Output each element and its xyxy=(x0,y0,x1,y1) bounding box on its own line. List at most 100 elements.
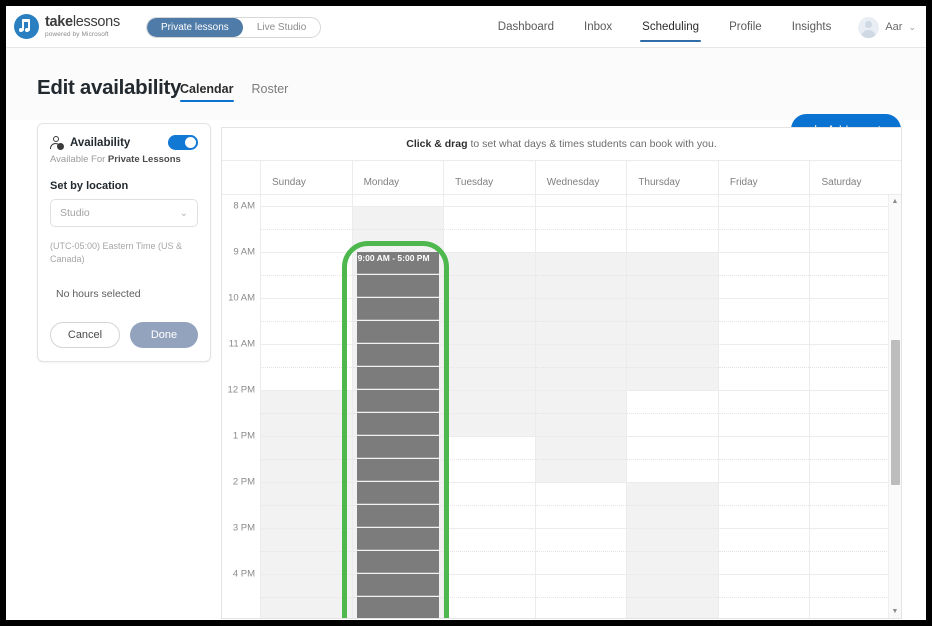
calendar-time-cell[interactable] xyxy=(444,206,535,229)
calendar-time-cell[interactable] xyxy=(352,206,444,229)
calendar-time-cell[interactable] xyxy=(444,597,535,618)
calendar-time-cell[interactable] xyxy=(627,252,718,275)
calendar-time-cell[interactable] xyxy=(536,528,627,551)
calendar-time-cell[interactable] xyxy=(719,574,810,597)
calendar-time-cell[interactable] xyxy=(444,344,535,367)
availability-block[interactable] xyxy=(356,275,440,297)
calendar-time-cell[interactable] xyxy=(627,528,718,551)
calendar-time-cell[interactable] xyxy=(444,390,535,413)
segment-private-lessons[interactable]: Private lessons xyxy=(147,18,243,37)
calendar-time-cell[interactable] xyxy=(444,482,535,505)
calendar-time-cell[interactable] xyxy=(719,275,810,298)
calendar-time-cell[interactable] xyxy=(444,413,535,436)
calendar-time-cell[interactable] xyxy=(261,298,352,321)
nav-item-profile[interactable]: Profile xyxy=(714,6,777,48)
calendar-time-cell[interactable] xyxy=(261,574,352,597)
calendar-time-cell[interactable] xyxy=(719,505,810,528)
tab-roster[interactable]: Roster xyxy=(252,82,289,102)
availability-block[interactable] xyxy=(356,574,440,596)
tab-calendar[interactable]: Calendar xyxy=(180,82,234,102)
calendar-time-cell[interactable] xyxy=(719,321,810,344)
calendar-day-column[interactable] xyxy=(627,195,719,618)
calendar-time-cell[interactable] xyxy=(536,505,627,528)
calendar-time-cell[interactable] xyxy=(536,482,627,505)
calendar-time-cell[interactable] xyxy=(261,482,352,505)
calendar-time-cell[interactable] xyxy=(535,413,627,436)
calendar-time-cell[interactable] xyxy=(719,298,810,321)
calendar-time-cell[interactable] xyxy=(719,482,810,505)
calendar-time-cell[interactable] xyxy=(444,528,535,551)
calendar-time-cell[interactable] xyxy=(627,229,718,252)
scroll-up-arrow-icon[interactable]: ▲ xyxy=(889,195,901,208)
calendar-time-cell[interactable] xyxy=(261,229,352,252)
calendar-time-cell[interactable] xyxy=(261,252,352,275)
calendar-time-cell[interactable] xyxy=(261,459,352,482)
availability-block[interactable] xyxy=(356,459,440,481)
calendar-time-cell[interactable] xyxy=(261,436,352,459)
calendar-day-column[interactable] xyxy=(444,195,536,618)
takelessons-logo[interactable]: takelessons powered by Microsoft xyxy=(14,14,120,39)
calendar-time-cell[interactable] xyxy=(535,344,627,367)
calendar-time-cell[interactable] xyxy=(535,298,627,321)
calendar-time-cell[interactable] xyxy=(444,298,535,321)
cancel-button[interactable]: Cancel xyxy=(50,322,120,349)
calendar-time-cell[interactable] xyxy=(719,459,810,482)
calendar-time-cell[interactable] xyxy=(444,574,535,597)
location-select[interactable]: Studio ⌄ xyxy=(50,199,198,227)
calendar-time-cell[interactable] xyxy=(627,597,718,618)
calendar-time-cell[interactable] xyxy=(444,436,535,459)
calendar-time-cell[interactable] xyxy=(352,229,444,252)
availability-block[interactable] xyxy=(356,482,440,504)
calendar-time-cell[interactable] xyxy=(261,597,352,618)
nav-item-dashboard[interactable]: Dashboard xyxy=(483,6,569,48)
calendar-day-column[interactable] xyxy=(718,195,811,618)
calendar-time-cell[interactable] xyxy=(719,344,810,367)
availability-block[interactable] xyxy=(356,505,440,527)
availability-toggle[interactable] xyxy=(168,135,198,150)
calendar-time-cell[interactable] xyxy=(444,459,535,482)
calendar-time-cell[interactable] xyxy=(627,413,718,436)
calendar-time-cell[interactable] xyxy=(536,597,627,618)
calendar-time-cell[interactable] xyxy=(627,206,718,229)
availability-block[interactable] xyxy=(356,413,440,435)
availability-block[interactable] xyxy=(356,367,440,389)
calendar-time-cell[interactable] xyxy=(719,436,810,459)
calendar-time-cell[interactable] xyxy=(719,413,810,436)
availability-block[interactable] xyxy=(356,321,440,343)
calendar-time-cell[interactable] xyxy=(719,597,810,618)
calendar-scrollbar[interactable]: ▲ ▼ xyxy=(888,195,901,618)
account-menu[interactable]: Aar ⌄ xyxy=(846,16,916,38)
calendar-time-cell[interactable] xyxy=(444,505,535,528)
calendar-time-cell[interactable] xyxy=(261,344,352,367)
calendar-time-cell[interactable] xyxy=(627,344,718,367)
segment-live-studio[interactable]: Live Studio xyxy=(243,18,320,37)
calendar-time-cell[interactable] xyxy=(444,275,535,298)
calendar-time-cell[interactable] xyxy=(535,436,627,459)
calendar-time-cell[interactable] xyxy=(444,367,535,390)
calendar-time-cell[interactable] xyxy=(627,574,718,597)
calendar-time-cell[interactable] xyxy=(536,574,627,597)
calendar-time-cell[interactable] xyxy=(535,367,627,390)
calendar-time-cell[interactable] xyxy=(444,229,535,252)
availability-block[interactable] xyxy=(356,344,440,366)
scroll-down-arrow-icon[interactable]: ▼ xyxy=(889,605,901,618)
calendar-grid[interactable]: 9:00 AM - 5:00 PM xyxy=(261,195,901,618)
calendar-time-cell[interactable] xyxy=(535,459,627,482)
calendar-time-cell[interactable] xyxy=(261,367,352,390)
calendar-time-cell[interactable] xyxy=(627,321,718,344)
calendar-time-cell[interactable] xyxy=(627,551,718,574)
calendar-time-cell[interactable] xyxy=(627,275,718,298)
calendar-time-cell[interactable] xyxy=(444,252,535,275)
calendar-time-cell[interactable] xyxy=(261,321,352,344)
calendar-time-cell[interactable] xyxy=(719,551,810,574)
calendar-time-cell[interactable] xyxy=(261,551,352,574)
calendar-time-cell[interactable] xyxy=(536,206,627,229)
scrollbar-thumb[interactable] xyxy=(891,340,900,485)
calendar-time-cell[interactable] xyxy=(719,367,810,390)
calendar-day-column[interactable] xyxy=(261,195,353,618)
availability-block[interactable] xyxy=(356,298,440,320)
nav-item-insights[interactable]: Insights xyxy=(777,6,847,48)
calendar-time-cell[interactable] xyxy=(261,413,352,436)
calendar-time-cell[interactable] xyxy=(261,206,352,229)
calendar-day-column[interactable] xyxy=(535,195,628,618)
